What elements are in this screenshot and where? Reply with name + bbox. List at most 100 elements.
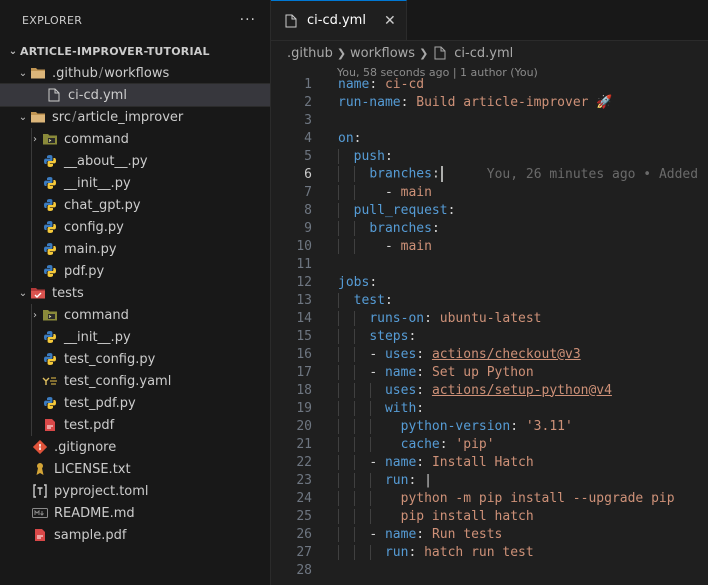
code-line: 7 - main xyxy=(271,183,708,201)
tab-label: ci-cd.yml xyxy=(307,13,366,28)
code-line: 3 xyxy=(271,111,708,129)
tree-item-gitignore[interactable]: .gitignore xyxy=(0,436,270,458)
tree-item-init-py[interactable]: __init__.py xyxy=(0,172,270,194)
folder-label: command xyxy=(64,307,129,323)
line-number: 15 xyxy=(296,328,312,344)
python-file-icon xyxy=(42,197,58,213)
file-label: __init__.py xyxy=(64,329,131,345)
code-line: 19 with: xyxy=(271,399,708,417)
file-label: config.py xyxy=(64,219,124,235)
tree-item-tests-command[interactable]: › command xyxy=(0,304,270,326)
folder-icon xyxy=(30,109,46,125)
tree-item-ci-cd-yml[interactable]: ci-cd.yml xyxy=(0,83,270,107)
tree-item-tests[interactable]: ⌄ tests xyxy=(0,282,270,304)
line-number: 21 xyxy=(296,436,312,452)
breadcrumb-item-github[interactable]: .github xyxy=(287,46,333,61)
tab-ci-cd-yml[interactable]: ci-cd.yml ✕ xyxy=(271,0,407,40)
close-icon[interactable]: ✕ xyxy=(384,13,396,29)
folder-label: command xyxy=(64,131,129,147)
tree-item-sample-pdf[interactable]: sample.pdf xyxy=(0,524,270,546)
line-number: 14 xyxy=(296,310,312,326)
line-number: 6 xyxy=(304,166,312,182)
code-line: 9 branches: xyxy=(271,219,708,237)
file-label: __init__.py xyxy=(64,175,131,191)
tree-item-test-pdf[interactable]: test.pdf xyxy=(0,414,270,436)
markdown-icon xyxy=(32,505,48,521)
explorer-title: EXPLORER xyxy=(22,13,83,27)
file-label: main.py xyxy=(64,241,117,257)
tree-item-test-config-py[interactable]: test_config.py xyxy=(0,348,270,370)
inline-blame: You, 26 minutes ago • Added c xyxy=(486,166,708,182)
chevron-down-icon: ⌄ xyxy=(8,45,18,57)
action-link[interactable]: actions/checkout@v3 xyxy=(432,347,581,362)
line-number: 26 xyxy=(296,526,312,542)
more-actions-button[interactable]: ··· xyxy=(240,12,256,28)
code-editor[interactable]: 1 name: ci-cd 2 run-name: Build article-… xyxy=(271,75,708,579)
file-label: sample.pdf xyxy=(54,527,127,543)
code-line: 28 xyxy=(271,561,708,579)
tree-item-test-pdf-py[interactable]: test_pdf.py xyxy=(0,392,270,414)
file-icon xyxy=(46,87,62,103)
chevron-right-icon: ❯ xyxy=(336,46,347,60)
tree-item-command[interactable]: › command xyxy=(0,128,270,150)
line-number: 16 xyxy=(296,346,312,362)
line-number: 17 xyxy=(296,364,312,380)
chevron-down-icon: ⌄ xyxy=(18,287,28,299)
tree-item-pyproject[interactable]: pyproject.toml xyxy=(0,480,270,502)
tree-item-config-py[interactable]: config.py xyxy=(0,216,270,238)
file-label: pyproject.toml xyxy=(54,483,149,499)
tree-item-test-config-yaml[interactable]: test_config.yaml xyxy=(0,370,270,392)
line-number: 7 xyxy=(304,184,312,200)
folder-label: tests xyxy=(52,285,84,301)
code-line: 17 - name: Set up Python xyxy=(271,363,708,381)
code-line: 12 jobs: xyxy=(271,273,708,291)
line-number: 12 xyxy=(296,274,312,290)
line-number: 19 xyxy=(296,400,312,416)
tree-item-main-py[interactable]: main.py xyxy=(0,238,270,260)
tree-item-readme[interactable]: README.md xyxy=(0,502,270,524)
code-line: 24 python -m pip install --upgrade pip xyxy=(271,489,708,507)
explorer-header: EXPLORER ··· xyxy=(0,0,270,40)
file-label: pdf.py xyxy=(64,263,105,279)
breadcrumb-item-workflows[interactable]: workflows xyxy=(350,46,415,61)
tree-item-pdf-py[interactable]: pdf.py xyxy=(0,260,270,282)
code-line: 1 name: ci-cd xyxy=(271,75,708,93)
line-number: 9 xyxy=(304,220,312,236)
breadcrumb-item-file[interactable]: ci-cd.yml xyxy=(454,46,513,61)
line-number: 23 xyxy=(296,472,312,488)
line-number: 8 xyxy=(304,202,312,218)
tree-item-chat-gpt-py[interactable]: chat_gpt.py xyxy=(0,194,270,216)
line-number: 24 xyxy=(296,490,312,506)
tree-item-src-article-improver[interactable]: ⌄ src/article_improver xyxy=(0,106,270,128)
line-number: 11 xyxy=(296,256,312,272)
tree-root-folder[interactable]: ⌄ ARTICLE-IMPROVER-TUTORIAL xyxy=(0,40,270,62)
code-line: 23 run: | xyxy=(271,471,708,489)
file-icon xyxy=(432,45,448,61)
tree-item-license[interactable]: LICENSE.txt xyxy=(0,458,270,480)
folder-label: src/article_improver xyxy=(52,109,184,125)
breadcrumb: .github ❯ workflows ❯ ci-cd.yml xyxy=(271,43,708,63)
line-number: 18 xyxy=(296,382,312,398)
vertical-scrollbar[interactable] xyxy=(704,75,708,585)
yaml-file-icon xyxy=(42,373,58,389)
file-label: test_config.yaml xyxy=(64,373,172,389)
line-number: 3 xyxy=(304,112,312,128)
action-link[interactable]: actions/setup-python@v4 xyxy=(432,383,612,398)
file-icon xyxy=(283,13,299,29)
file-label: README.md xyxy=(54,505,135,521)
code-line-current: 6 branches: You, 26 minutes ago • Added c xyxy=(271,165,708,183)
tree-item-tests-init-py[interactable]: __init__.py xyxy=(0,326,270,348)
line-number: 20 xyxy=(296,418,312,434)
chevron-down-icon: ⌄ xyxy=(18,67,28,79)
code-line: 21 cache: 'pip' xyxy=(271,435,708,453)
code-line: 8 pull_request: xyxy=(271,201,708,219)
tree-item-about-py[interactable]: __about__.py xyxy=(0,150,270,172)
line-number: 25 xyxy=(296,508,312,524)
file-label: test_config.py xyxy=(64,351,156,367)
file-label: __about__.py xyxy=(64,153,148,169)
tab-bar: ci-cd.yml ✕ xyxy=(271,0,708,41)
file-label: ci-cd.yml xyxy=(68,87,127,103)
code-line: 13 test: xyxy=(271,291,708,309)
line-number: 27 xyxy=(296,544,312,560)
tree-item-github-workflows[interactable]: ⌄ .github/workflows xyxy=(0,62,270,84)
